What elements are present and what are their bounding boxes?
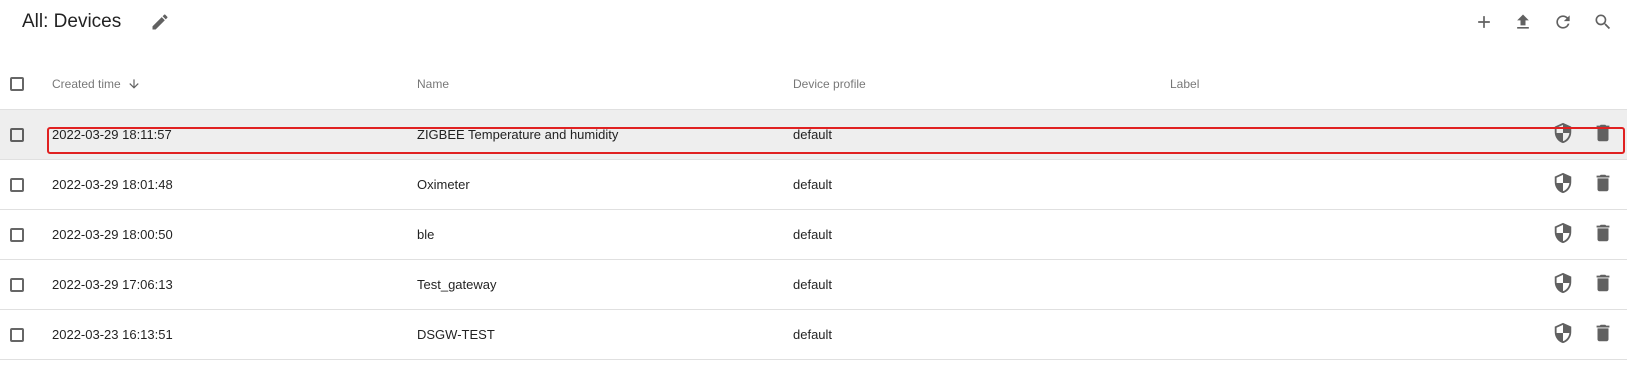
trash-icon	[1592, 272, 1614, 299]
shield-icon	[1552, 222, 1574, 249]
table-row[interactable]: 2022-03-29 17:06:13 Test_gateway default	[0, 260, 1627, 310]
cell-device-profile: default	[793, 177, 833, 192]
cell-name: Oximeter	[417, 177, 470, 192]
row-checkbox[interactable]	[10, 227, 24, 242]
row-checkbox[interactable]	[10, 177, 24, 192]
column-header-device-profile[interactable]: Device profile	[793, 58, 866, 109]
trash-icon	[1592, 322, 1614, 349]
column-header-label: Device profile	[793, 76, 866, 91]
edit-title-button[interactable]	[144, 6, 176, 38]
shield-icon	[1552, 122, 1574, 149]
column-header-created-time[interactable]: Created time	[52, 58, 141, 109]
row-checkbox[interactable]	[10, 127, 24, 142]
cell-name: ble	[417, 227, 435, 242]
column-header-name[interactable]: Name	[417, 58, 449, 109]
delete-device-button[interactable]	[1587, 219, 1619, 251]
cell-device-profile: default	[793, 227, 833, 242]
search-icon	[1593, 12, 1613, 32]
column-header-label: Label	[1170, 76, 1200, 91]
row-checkbox[interactable]	[10, 277, 24, 292]
manage-credentials-button[interactable]	[1547, 319, 1579, 351]
cell-created-time: 2022-03-29 18:00:50	[52, 227, 173, 242]
shield-icon	[1552, 272, 1574, 299]
manage-credentials-button[interactable]	[1547, 219, 1579, 251]
plus-icon	[1474, 12, 1494, 32]
table-toolbar: All: Devices	[0, 0, 1627, 46]
trash-icon	[1592, 222, 1614, 249]
delete-device-button[interactable]	[1587, 319, 1619, 351]
cell-created-time: 2022-03-29 18:11:57	[52, 127, 172, 142]
upload-icon	[1513, 12, 1533, 32]
page-title: All: Devices	[22, 11, 122, 32]
manage-credentials-button[interactable]	[1547, 169, 1579, 201]
add-device-button[interactable]	[1468, 6, 1500, 38]
import-button[interactable]	[1507, 6, 1539, 38]
cell-device-profile: default	[793, 327, 833, 342]
cell-created-time: 2022-03-29 18:01:48	[52, 177, 173, 192]
pencil-icon	[150, 12, 170, 32]
search-button[interactable]	[1587, 6, 1619, 38]
table-row[interactable]: 2022-03-29 18:11:57 ZIGBEE Temperature a…	[0, 110, 1627, 160]
cell-name: ZIGBEE Temperature and humidity	[417, 127, 619, 142]
shield-icon	[1552, 322, 1574, 349]
trash-icon	[1592, 172, 1614, 199]
manage-credentials-button[interactable]	[1547, 269, 1579, 301]
devices-table: Created time Name Device profile Label 2…	[0, 58, 1627, 360]
table-row[interactable]: 2022-03-29 18:01:48 Oximeter default	[0, 160, 1627, 210]
delete-device-button[interactable]	[1587, 119, 1619, 151]
cell-created-time: 2022-03-23 16:13:51	[52, 327, 173, 342]
column-header-label: Created time	[52, 76, 121, 91]
select-all-checkbox[interactable]	[10, 76, 24, 91]
delete-device-button[interactable]	[1587, 169, 1619, 201]
column-header-label: Name	[417, 76, 450, 91]
table-row[interactable]: 2022-03-29 18:00:50 ble default	[0, 210, 1627, 260]
cell-name: DSGW-TEST	[417, 327, 495, 342]
trash-icon	[1592, 122, 1614, 149]
refresh-button[interactable]	[1547, 6, 1579, 38]
cell-created-time: 2022-03-29 17:06:13	[52, 277, 173, 292]
column-header-label-column[interactable]: Label	[1170, 58, 1199, 109]
cell-device-profile: default	[793, 277, 833, 292]
refresh-icon	[1553, 12, 1573, 32]
table-row[interactable]: 2022-03-23 16:13:51 DSGW-TEST default	[0, 310, 1627, 360]
cell-name: Test_gateway	[417, 277, 497, 292]
table-header-row: Created time Name Device profile Label	[0, 58, 1627, 110]
arrow-down-icon	[127, 77, 141, 91]
delete-device-button[interactable]	[1587, 269, 1619, 301]
row-checkbox[interactable]	[10, 327, 24, 342]
manage-credentials-button[interactable]	[1547, 119, 1579, 151]
cell-device-profile: default	[793, 127, 833, 142]
shield-icon	[1552, 172, 1574, 199]
